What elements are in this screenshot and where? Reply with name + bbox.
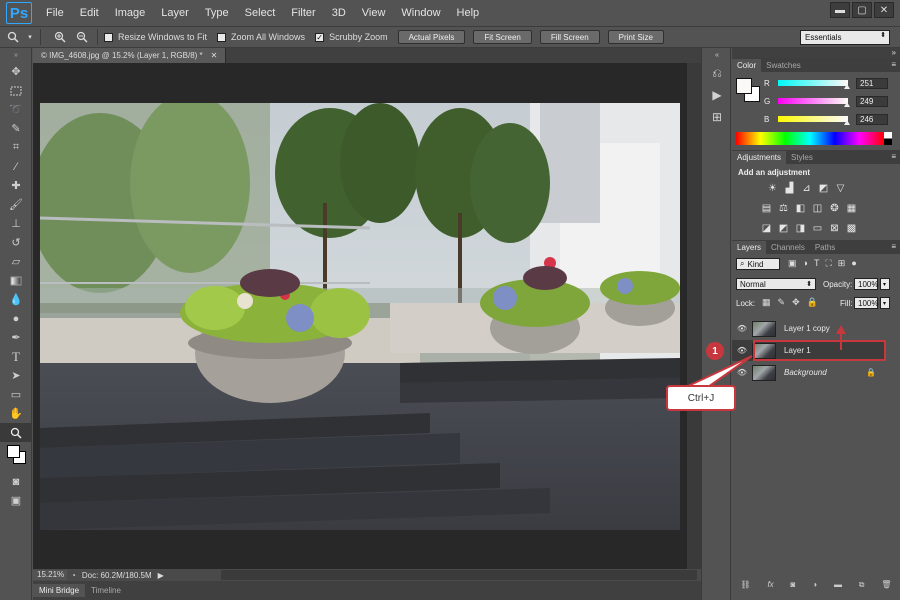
shortcut-callout: Ctrl+J <box>666 385 736 411</box>
step-badge: 1 <box>706 342 724 360</box>
annotation-arrows <box>685 325 846 388</box>
foreground-color-swatch[interactable] <box>7 445 20 458</box>
fg-color-preview[interactable] <box>736 78 752 94</box>
highlight-box <box>753 340 886 361</box>
